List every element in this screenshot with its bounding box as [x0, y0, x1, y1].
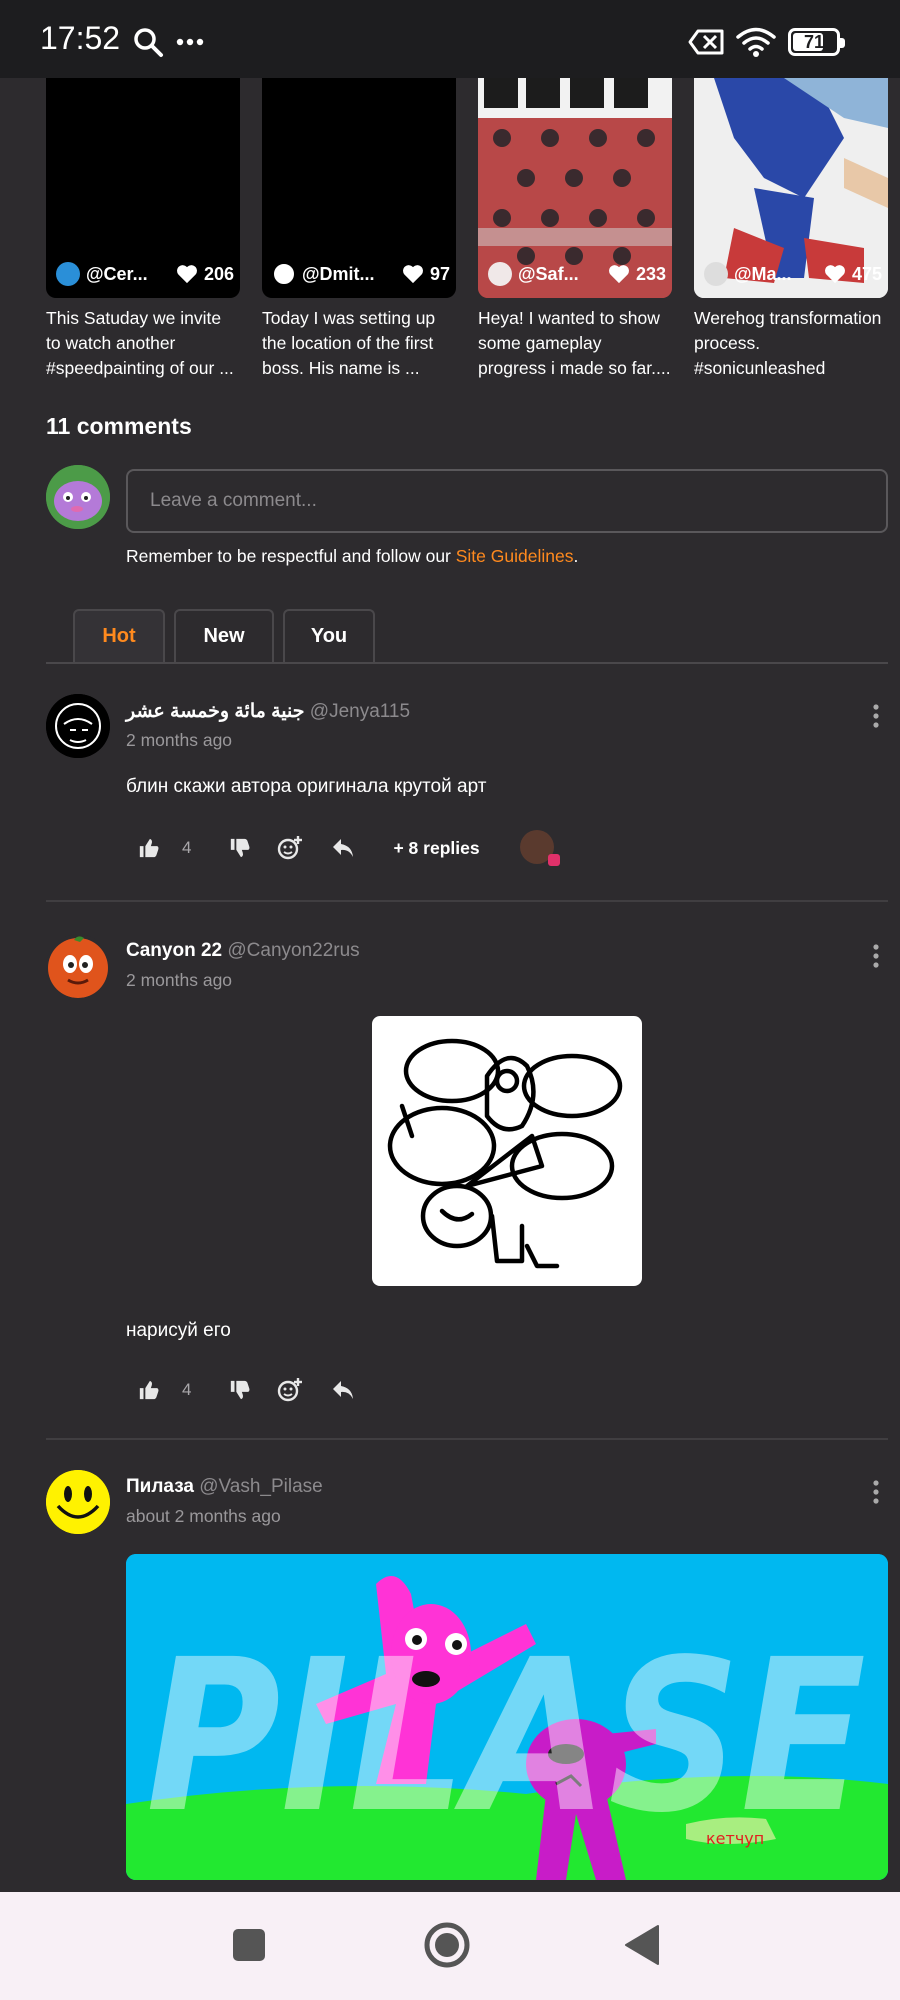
- heart-icon: [403, 265, 423, 284]
- battery-level: 71: [803, 32, 825, 52]
- more-options-icon[interactable]: [864, 1478, 888, 1506]
- comment-timestamp: 2 months ago: [126, 970, 233, 990]
- video-thumbnail[interactable]: @Cer... 206: [46, 78, 240, 298]
- system-nav-bar: [0, 1892, 900, 2000]
- video-description: Today I was setting up the location of t…: [262, 308, 436, 378]
- reply-icon[interactable]: [331, 1379, 355, 1401]
- video-card[interactable]: @Saf... 233 Heya! I wanted to show some …: [478, 78, 672, 381]
- comment: جنية مائة وخمسة عشر @Jenya115 2 months a…: [46, 694, 888, 894]
- site-guidelines-link[interactable]: Site Guidelines: [456, 546, 574, 566]
- comment-divider: [46, 900, 888, 902]
- commenter-handle[interactable]: @Jenya115: [310, 701, 410, 722]
- avatar: [272, 262, 296, 286]
- video-thumbnail[interactable]: @Ma... 475: [694, 78, 888, 298]
- video-likes: 97: [429, 263, 450, 284]
- comment-divider: [46, 1438, 888, 1440]
- commenter-name[interactable]: جنية مائة وخمسة عشر: [126, 701, 305, 722]
- tab-hot[interactable]: Hot: [73, 609, 165, 662]
- avatar: [488, 262, 512, 286]
- thumbs-down-icon[interactable]: [229, 837, 251, 859]
- commenter-handle[interactable]: @Vash_Pilase: [199, 1476, 323, 1497]
- commenter-name[interactable]: Пилаза: [126, 1476, 194, 1497]
- video-author: @Dmit...: [302, 263, 375, 284]
- video-description: Werehog transformation process. #sonicun…: [694, 308, 882, 378]
- more-options-icon[interactable]: [864, 942, 888, 970]
- sketch-drawing-image: [387, 1038, 623, 1269]
- add-reaction-icon[interactable]: [277, 835, 303, 861]
- avatar: [56, 262, 80, 286]
- comment-timestamp: about 2 months ago: [126, 1506, 281, 1526]
- video-author: @Cer...: [86, 263, 148, 284]
- wifi-icon: [736, 27, 776, 57]
- avatar[interactable]: [46, 694, 110, 758]
- thumbs-up-icon[interactable]: [138, 837, 160, 859]
- video-description: Heya! I wanted to show some gameplay pro…: [478, 308, 671, 378]
- video-card[interactable]: @Dmit... 97 Today I was setting up the l…: [262, 78, 456, 381]
- pilase-artwork-image: кетчуп PILASE: [126, 1554, 888, 1880]
- comment-image[interactable]: кетчуп PILASE: [126, 1554, 888, 1880]
- video-author: @Ma...: [734, 263, 792, 284]
- comment-text: блин скажи автора оригинала крутой арт: [126, 776, 487, 797]
- back-triangle-icon[interactable]: [624, 1924, 660, 1966]
- thumbs-up-icon[interactable]: [138, 1379, 160, 1401]
- comment-timestamp: 2 months ago: [126, 730, 233, 750]
- pilase-image-text: PILASE: [146, 1614, 866, 1859]
- video-card[interactable]: @Cer... 206 This Satuday we invite to wa…: [46, 78, 240, 381]
- heart-icon: [176, 265, 197, 284]
- avatar: [704, 262, 728, 286]
- guidelines-notice: Remember to be respectful and follow our…: [126, 546, 578, 567]
- status-time: 17:52: [40, 20, 121, 56]
- reply-avatar: [519, 830, 560, 866]
- video-thumbnail[interactable]: @Saf... 233: [478, 78, 672, 298]
- tab-new[interactable]: New: [174, 609, 274, 662]
- video-likes: 206: [203, 263, 234, 284]
- search-icon[interactable]: [132, 26, 164, 58]
- data-off-icon: [688, 29, 724, 55]
- comment-image[interactable]: [372, 1016, 642, 1286]
- more-dots-icon[interactable]: [176, 36, 204, 48]
- battery-icon: 71: [788, 28, 845, 56]
- smiley-avatar-image: [46, 1470, 110, 1534]
- reply-badge-icon: [547, 854, 560, 866]
- video-thumbnail[interactable]: @Dmit... 97: [262, 78, 456, 298]
- commenter-name[interactable]: Canyon 22: [126, 940, 222, 961]
- home-circle-icon[interactable]: [424, 1922, 470, 1968]
- status-bar: 17:52 71: [0, 0, 900, 78]
- heart-icon: [824, 265, 845, 284]
- comments-count-title: 11 comments: [46, 413, 192, 439]
- video-likes: 475: [851, 263, 882, 284]
- recents-square-icon[interactable]: [232, 1928, 266, 1962]
- more-options-icon[interactable]: [864, 702, 888, 730]
- video-card[interactable]: @Ma... 475 Werehog transformation proces…: [694, 78, 888, 381]
- add-reaction-icon[interactable]: [277, 1377, 303, 1403]
- commenter-avatar-image: [46, 694, 110, 758]
- tab-you[interactable]: You: [283, 609, 375, 662]
- thumbs-down-icon[interactable]: [229, 1379, 251, 1401]
- avatar[interactable]: [46, 1470, 110, 1534]
- video-likes: 233: [635, 263, 666, 284]
- like-count: 4: [182, 1380, 192, 1399]
- comment: Пилаза @Vash_Pilase about 2 months ago к…: [46, 1470, 888, 1892]
- comment-input[interactable]: [126, 469, 888, 533]
- commenter-avatar-image: [48, 936, 108, 998]
- comment-text: нарисуй его: [126, 1320, 231, 1341]
- comment: Canyon 22 @Canyon22rus 2 months ago нари: [46, 934, 888, 1434]
- video-author: @Saf...: [518, 263, 579, 284]
- user-avatar-image: [46, 465, 110, 529]
- guidelines-text: Remember to be respectful and follow our: [126, 546, 456, 566]
- video-description: This Satuday we invite to watch another …: [46, 308, 234, 378]
- commenter-handle[interactable]: @Canyon22rus: [227, 940, 359, 961]
- comment-sort-tabs: Hot New You: [46, 609, 888, 664]
- heart-icon: [608, 265, 629, 284]
- guidelines-period: .: [573, 546, 579, 566]
- like-count: 4: [182, 838, 192, 857]
- avatar[interactable]: [46, 934, 110, 998]
- reply-icon[interactable]: [331, 837, 355, 859]
- avatar: [46, 465, 110, 529]
- view-replies-button[interactable]: + 8 replies: [393, 838, 479, 859]
